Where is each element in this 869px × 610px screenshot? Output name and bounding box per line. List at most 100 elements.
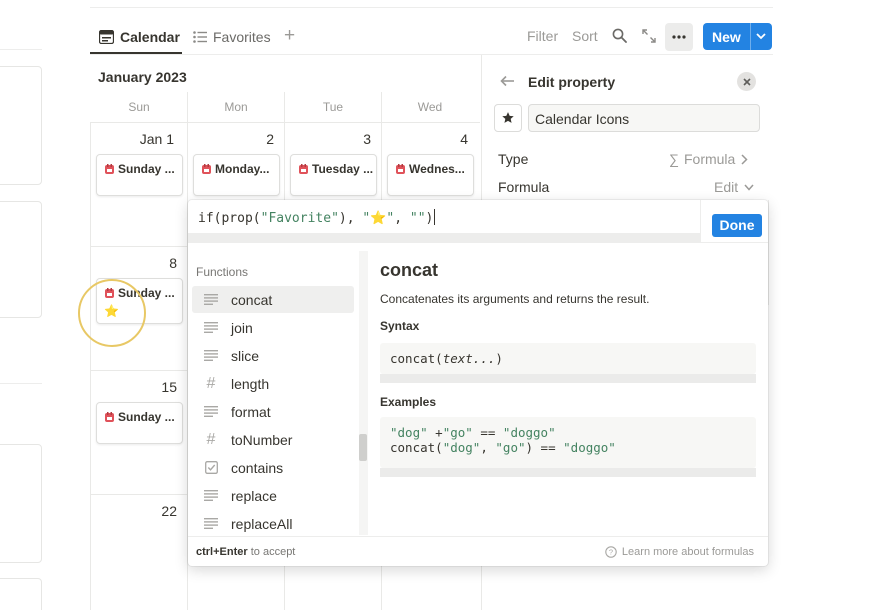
type-selector[interactable]: ∑ Formula <box>669 151 748 167</box>
top-divider <box>90 7 773 8</box>
calendar-grid-line <box>284 92 285 122</box>
function-label: replace <box>231 487 277 504</box>
weekday-header: Wed <box>417 100 443 114</box>
learn-more-link[interactable]: ? Learn more about formulas <box>605 546 754 558</box>
weekday-header: Sun <box>128 100 150 114</box>
tab-calendar[interactable]: Calendar <box>99 27 180 47</box>
property-name-input[interactable]: Calendar Icons <box>528 104 760 132</box>
function-label: replaceAll <box>231 515 293 532</box>
day-number[interactable]: 3 <box>331 131 371 147</box>
day-number[interactable]: Jan 1 <box>120 131 174 147</box>
formula-edit-button[interactable]: Edit <box>714 179 754 195</box>
text-lines-icon <box>203 292 219 308</box>
left-panel-card[interactable] <box>0 578 42 610</box>
text-lines-icon <box>203 516 219 532</box>
highlight-circle <box>78 279 146 347</box>
function-item-slice[interactable]: slice <box>192 342 354 369</box>
event-title: Monday... <box>215 162 270 176</box>
calendar-grid-line <box>381 122 382 202</box>
function-item-format[interactable]: format <box>192 398 354 425</box>
search-icon[interactable] <box>612 28 627 43</box>
functions-scrollbar[interactable] <box>359 251 368 535</box>
property-icon-button[interactable] <box>494 104 522 132</box>
tab-calendar-label: Calendar <box>120 29 180 45</box>
popup-divider <box>188 242 768 243</box>
function-item-length[interactable]: # length <box>192 370 354 397</box>
text-lines-icon <box>203 348 219 364</box>
close-icon <box>742 77 751 86</box>
text-lines-icon <box>203 488 219 504</box>
calendar-grid-line <box>90 122 480 123</box>
formula-code[interactable]: if(prop("Favorite"), "⭐", "") <box>198 209 436 226</box>
learn-more-label: Learn more about formulas <box>621 546 754 558</box>
function-label: length <box>231 375 270 392</box>
text-caret <box>434 209 436 225</box>
functions-list[interactable]: Functions concat join slice # length for… <box>188 251 358 535</box>
syntax-scrollbar[interactable] <box>380 374 756 383</box>
function-detail-title: concat <box>380 260 439 280</box>
calendar-event-card[interactable]: Sunday ... <box>96 154 183 196</box>
syntax-code: concat(text...) <box>380 343 756 374</box>
formula-editor-popup[interactable]: if(prop("Favorite"), "⭐", "") Done Funct… <box>188 200 768 566</box>
text-lines-icon <box>203 320 219 336</box>
formula-scrollbar[interactable] <box>188 233 700 242</box>
left-panel-card[interactable] <box>0 444 42 563</box>
calendar-event-card[interactable]: Monday... <box>193 154 280 196</box>
calendar-event-card[interactable]: Tuesday ... <box>290 154 377 196</box>
formula-bar-divider <box>700 200 701 242</box>
function-item-join[interactable]: join <box>192 314 354 341</box>
sort-button[interactable]: Sort <box>572 28 598 44</box>
back-arrow-icon[interactable] <box>500 75 515 87</box>
left-panel-card[interactable] <box>0 66 42 185</box>
month-title: January 2023 <box>98 69 187 85</box>
more-dots-icon <box>672 35 686 39</box>
calendar-grid-line <box>90 370 188 371</box>
examples-heading: Examples <box>380 395 437 409</box>
formula-label: Formula <box>498 179 550 195</box>
function-label: join <box>231 319 253 336</box>
close-button[interactable] <box>737 72 756 91</box>
type-label: Type <box>498 151 529 167</box>
add-view-icon[interactable]: + <box>284 26 295 45</box>
function-detail: concat Concatenates its arguments and re… <box>369 251 768 535</box>
star-icon <box>502 112 514 123</box>
day-number[interactable]: 4 <box>428 131 468 147</box>
function-item-concat[interactable]: concat <box>192 286 354 313</box>
done-button[interactable]: Done <box>712 214 762 237</box>
more-options-button[interactable] <box>665 23 693 51</box>
formula-sigma-icon: ∑ <box>669 151 679 167</box>
formula-input[interactable]: if(prop("Favorite"), "⭐", "") Done <box>188 200 768 242</box>
filter-button[interactable]: Filter <box>527 28 558 44</box>
day-number[interactable]: 15 <box>137 379 177 395</box>
calendar-event-card[interactable]: Wednes... <box>387 154 474 196</box>
day-number[interactable]: 22 <box>137 503 177 519</box>
calendar-event-card[interactable]: Sunday ... <box>96 402 183 444</box>
calendar-grid-line <box>90 246 188 247</box>
calendar-grid-line <box>284 122 285 202</box>
functions-scrollbar-thumb[interactable] <box>359 434 367 461</box>
function-item-replaceall[interactable]: replaceAll <box>192 510 354 535</box>
left-panel-card[interactable] <box>0 201 42 318</box>
checkbox-icon <box>203 460 219 476</box>
function-item-tonumber[interactable]: # toNumber <box>192 426 354 453</box>
calendar-grid-line <box>381 566 382 610</box>
left-panel-divider <box>0 383 42 384</box>
calendar-page-icon <box>105 412 114 422</box>
examples-scrollbar[interactable] <box>380 468 756 477</box>
tab-favorites[interactable]: Favorites <box>193 27 271 47</box>
calendar-page-icon <box>396 164 405 174</box>
expand-icon[interactable] <box>642 29 656 43</box>
popup-footer: ctrl+Enter to accept ? Learn more about … <box>188 536 768 566</box>
day-number[interactable]: 2 <box>234 131 274 147</box>
day-number[interactable]: 8 <box>137 255 177 271</box>
list-view-icon <box>193 31 207 43</box>
function-label: contains <box>231 459 284 476</box>
panel-divider <box>768 200 769 305</box>
syntax-heading: Syntax <box>380 319 420 333</box>
chevron-down-icon[interactable] <box>756 33 766 40</box>
function-item-contains[interactable]: contains <box>192 454 354 481</box>
new-button[interactable]: New <box>703 23 772 50</box>
tab-favorites-label: Favorites <box>213 29 271 45</box>
function-item-replace[interactable]: replace <box>192 482 354 509</box>
calendar-view-icon <box>99 30 114 44</box>
